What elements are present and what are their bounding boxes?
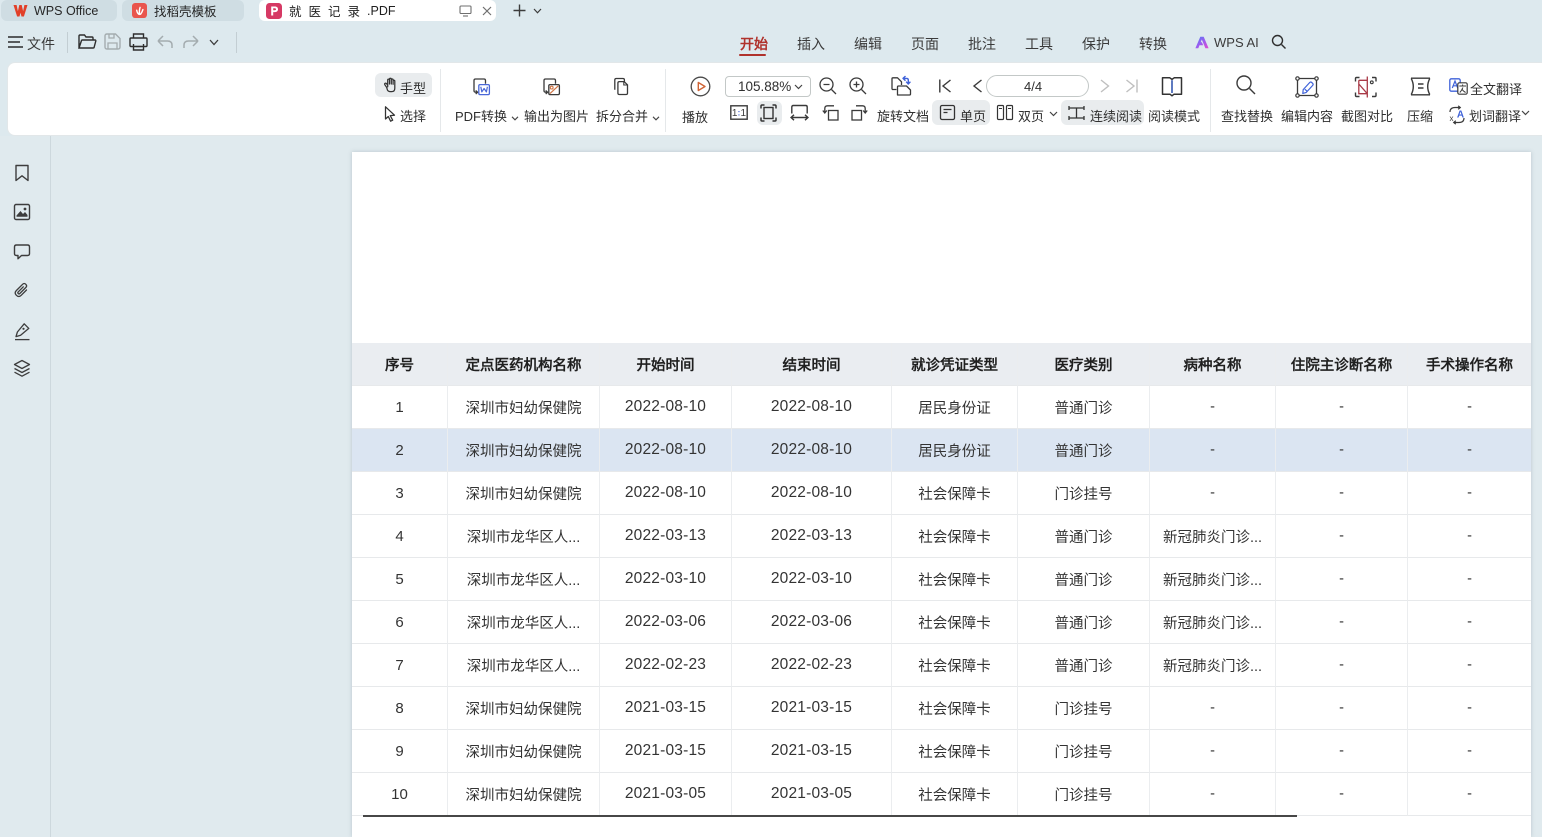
svg-text:1: 1 <box>741 108 747 119</box>
svg-text:x: x <box>1450 114 1454 123</box>
svg-text:A: A <box>1457 110 1464 121</box>
